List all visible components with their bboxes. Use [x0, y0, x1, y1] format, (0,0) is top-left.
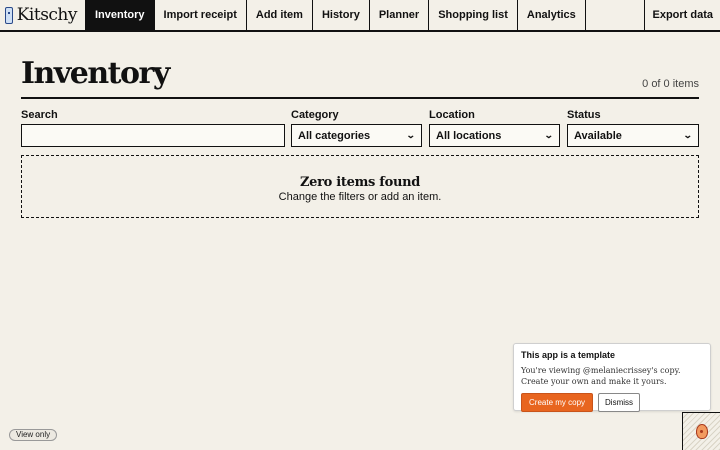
template-notice-title: This app is a template — [521, 350, 616, 360]
search-input[interactable] — [21, 124, 285, 147]
template-notice-text: You're viewing @melaniecrissey's copy. C… — [521, 366, 681, 386]
chevron-down-icon: ⌄ — [683, 130, 694, 140]
export-data-button[interactable]: Export data — [644, 0, 720, 30]
chevron-down-icon: ⌄ — [544, 130, 555, 140]
status-select-value: Available — [574, 129, 622, 142]
nav-import-receipt[interactable]: Import receipt — [155, 0, 247, 30]
nav-planner[interactable]: Planner — [370, 0, 430, 30]
empty-state: Zero items found Change the filters or a… — [21, 155, 699, 218]
nav-inventory[interactable]: Inventory — [86, 0, 155, 30]
template-notice-card: This app is a template You're viewing @m… — [513, 343, 711, 412]
status-select[interactable]: Available ⌄ — [567, 124, 699, 147]
top-nav: Kitschy Inventory Import receipt Add ite… — [0, 0, 720, 32]
location-select-value: All locations — [436, 129, 502, 142]
nav-shopping-list[interactable]: Shopping list — [429, 0, 518, 30]
page-title: Inventory — [21, 56, 170, 91]
nav-history[interactable]: History — [313, 0, 370, 30]
template-notice-actions: Create my copy Dismiss — [521, 393, 703, 412]
app-name: Kitschy — [16, 5, 78, 25]
nav-add-item[interactable]: Add item — [247, 0, 313, 30]
assistant-widget[interactable] — [682, 412, 720, 450]
create-my-copy-button[interactable]: Create my copy — [521, 393, 594, 412]
search-field: Search — [21, 109, 285, 147]
category-label: Category — [291, 109, 339, 121]
category-select-value: All categories — [298, 129, 371, 142]
app-logo-icon — [5, 6, 13, 24]
view-only-badge: View only — [9, 429, 58, 441]
brand[interactable]: Kitschy — [0, 0, 86, 30]
category-select[interactable]: All categories ⌄ — [291, 124, 422, 147]
status-label: Status — [567, 109, 601, 121]
category-field: Category All categories ⌄ — [291, 109, 422, 147]
empty-state-subtitle: Change the filters or add an item. — [278, 191, 442, 203]
search-label: Search — [21, 109, 58, 121]
mascot-icon — [695, 424, 708, 439]
empty-state-title: Zero items found — [299, 175, 421, 190]
status-field: Status Available ⌄ — [567, 109, 699, 147]
nav-analytics[interactable]: Analytics — [518, 0, 586, 30]
item-count: 0 of 0 items — [642, 78, 699, 90]
location-select[interactable]: All locations ⌄ — [429, 124, 560, 147]
title-divider — [21, 97, 699, 99]
chevron-down-icon: ⌄ — [406, 130, 417, 140]
location-label: Location — [429, 109, 475, 121]
dismiss-button[interactable]: Dismiss — [598, 393, 641, 412]
location-field: Location All locations ⌄ — [429, 109, 560, 147]
